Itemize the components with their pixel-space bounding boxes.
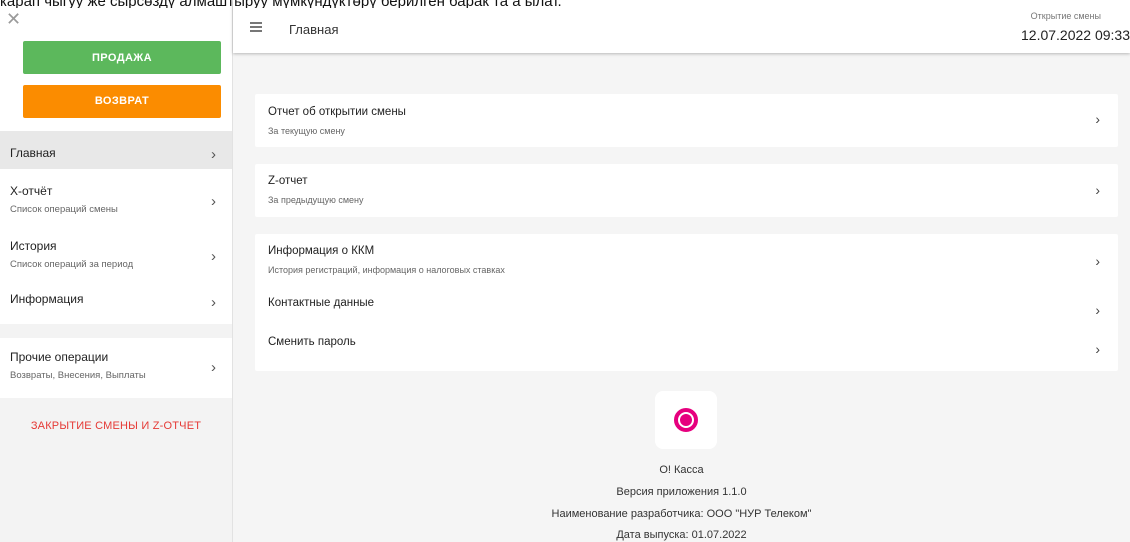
return-button[interactable]: ВОЗВРАТ xyxy=(23,85,221,118)
app-developer: Наименование разработчика: ООО "НУР Теле… xyxy=(551,508,812,520)
chevron-right-icon: › xyxy=(1095,182,1100,198)
sidebar-item-label: История xyxy=(10,239,57,253)
chevron-right-icon: › xyxy=(1095,302,1100,318)
row-title: Z-отчет xyxy=(268,175,308,187)
list-item-z-report[interactable]: Z-отчет За предыдущую смену › xyxy=(255,164,1118,217)
app-name: О! Касса xyxy=(659,464,704,476)
close-icon[interactable]: ✕ xyxy=(6,10,21,28)
chevron-right-icon: › xyxy=(211,359,216,376)
app-release-date: Дата выпуска: 01.07.2022 xyxy=(616,529,747,541)
caption-text: карап чыгуу же сырсөздү алмаштыруу мүмкү… xyxy=(0,0,1130,8)
list-item-shift-open-report[interactable]: Отчет об открытии смены За текущую смену… xyxy=(255,94,1118,147)
sidebar-item-other-operations[interactable]: Прочие операции Возвраты, Внесения, Выпл… xyxy=(0,350,232,394)
sidebar-item-main[interactable]: Главная › xyxy=(0,131,232,169)
app-version: Версия приложения 1.1.0 xyxy=(616,486,747,498)
chevron-right-icon: › xyxy=(1095,341,1100,357)
sidebar-item-info[interactable]: Информация › xyxy=(0,292,232,318)
row-subtitle: За предыдущую смену xyxy=(268,195,364,205)
sidebar-item-history[interactable]: История Список операций за период › xyxy=(0,239,232,283)
row-title: Отчет об открытии смены xyxy=(268,106,406,118)
shift-open-datetime: 12.07.2022 09:33 xyxy=(1021,27,1130,43)
sidebar-item-sub: Список операций за период xyxy=(10,259,134,270)
sidebar-item-label: Прочие операции xyxy=(10,350,109,364)
app-logo xyxy=(655,391,717,449)
list-item-kkm-info[interactable]: Информация о ККМ История регистраций, ин… xyxy=(255,234,1118,290)
row-subtitle: История регистраций, информация о налого… xyxy=(268,265,505,275)
shift-open-label: Открытие смены xyxy=(1030,11,1101,21)
card-z-report: Z-отчет За предыдущую смену › xyxy=(255,164,1118,217)
card-shift-open-report: Отчет об открытии смены За текущую смену… xyxy=(255,94,1118,147)
close-shift-button[interactable]: ЗАКРЫТИЕ СМЕНЫ И Z-ОТЧЕТ xyxy=(0,420,232,432)
sidebar-item-label: Главная xyxy=(10,146,56,160)
chevron-right-icon: › xyxy=(1095,111,1100,127)
chevron-right-icon: › xyxy=(1095,253,1100,269)
main-content: Отчет об открытии смены За текущую смену… xyxy=(233,53,1130,542)
logo-dot xyxy=(680,414,692,426)
sidebar-item-sub: Список операций смены xyxy=(10,204,118,215)
chevron-right-icon: › xyxy=(211,193,216,210)
row-title: Информация о ККМ xyxy=(268,245,375,257)
sidebar: ✕ ПРОДАЖА ВОЗВРАТ Главная › Х-отчёт Спис… xyxy=(0,0,233,542)
list-item-change-password[interactable]: Сменить пароль › xyxy=(255,330,1118,370)
sidebar-item-sub: Возвраты, Внесения, Выплаты xyxy=(10,370,146,381)
sidebar-item-label: Информация xyxy=(10,292,84,306)
row-title: Сменить пароль xyxy=(268,336,356,348)
sidebar-divider xyxy=(0,324,232,338)
sidebar-item-x-report[interactable]: Х-отчёт Список операций смены › xyxy=(0,184,232,228)
page-title: Главная xyxy=(289,22,339,37)
hamburger-icon[interactable] xyxy=(250,22,262,32)
chevron-right-icon: › xyxy=(211,248,216,265)
sidebar-item-label: Х-отчёт xyxy=(10,184,53,198)
card-kkm-info: Информация о ККМ История регистраций, ин… xyxy=(255,234,1118,371)
chevron-right-icon: › xyxy=(211,294,216,311)
list-item-contacts[interactable]: Контактные данные › xyxy=(255,290,1118,330)
row-title: Контактные данные xyxy=(268,297,375,309)
row-subtitle: За текущую смену xyxy=(268,126,345,136)
chevron-right-icon: › xyxy=(211,146,216,163)
sale-button[interactable]: ПРОДАЖА xyxy=(23,41,221,74)
